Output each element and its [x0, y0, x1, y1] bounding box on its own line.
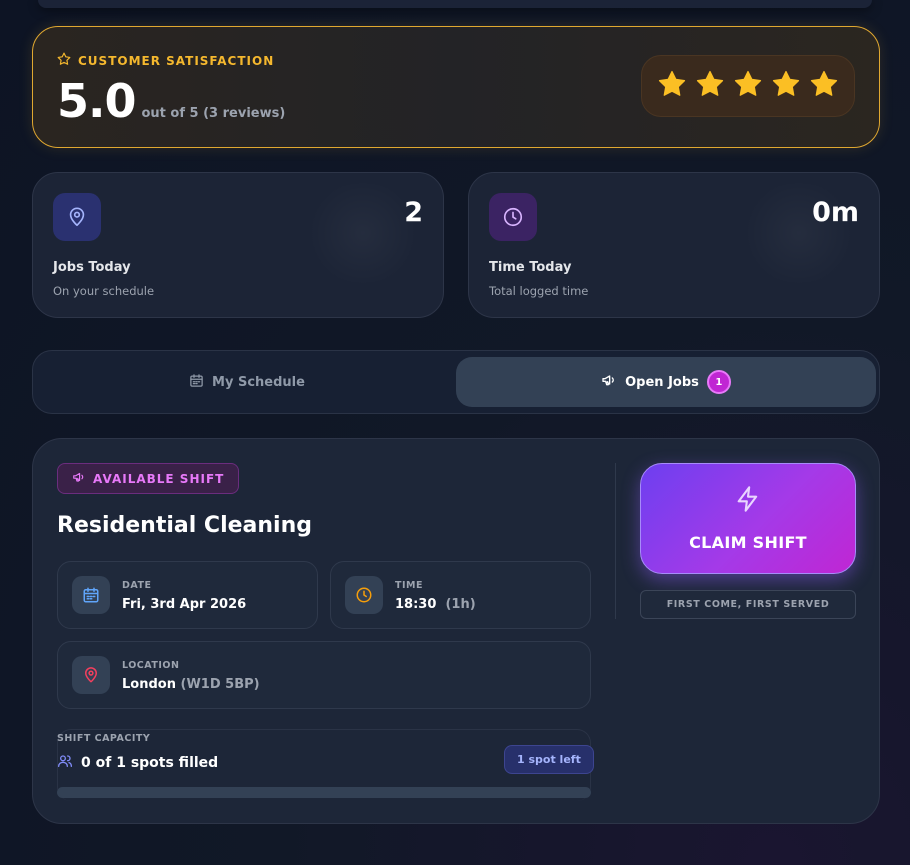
rating-subtext: out of 5 (3 reviews): [141, 106, 286, 121]
jobs-today-card: 2 Jobs Today On your schedule: [32, 172, 444, 318]
rating-score: 5.0: [57, 74, 136, 128]
spots-left-badge: 1 spot left: [504, 745, 594, 774]
job-title: Residential Cleaning: [57, 513, 312, 538]
tab-my-schedule-label: My Schedule: [212, 374, 305, 390]
claim-shift-label: CLAIM SHIFT: [689, 533, 807, 552]
capacity-text: 0 of 1 spots filled: [81, 755, 219, 771]
location-city: London: [122, 677, 176, 692]
location-info-box: LOCATION London (W1D 5BP): [57, 641, 591, 709]
clock-icon: [345, 576, 383, 614]
star-outline-icon: [57, 52, 71, 69]
customer-satisfaction-card: CUSTOMER SATISFACTION 5.0 out of 5 (3 re…: [32, 26, 880, 148]
claim-shift-button[interactable]: CLAIM SHIFT: [640, 463, 856, 574]
star-filled-icon: [657, 69, 687, 103]
time-value: 18:30: [395, 597, 437, 612]
users-icon: [57, 753, 73, 773]
star-rating: [641, 55, 855, 117]
previous-card-edge: [38, 0, 872, 8]
rating-value-row: 5.0 out of 5 (3 reviews): [57, 74, 285, 128]
time-today-subtitle: Total logged time: [489, 284, 589, 298]
time-today-title: Time Today: [489, 260, 572, 275]
clock-icon: [489, 193, 537, 241]
date-label: DATE: [122, 580, 152, 591]
first-come-first-served-note: FIRST COME, FIRST SERVED: [640, 590, 856, 619]
rating-label: CUSTOMER SATISFACTION: [78, 53, 275, 68]
location-label: LOCATION: [122, 660, 180, 671]
date-info-box: DATE Fri, 3rd Apr 2026: [57, 561, 318, 629]
calendar-icon: [189, 373, 204, 392]
jobs-today-subtitle: On your schedule: [53, 284, 155, 298]
open-jobs-count-badge: 1: [706, 370, 731, 394]
map-pin-icon: [53, 193, 101, 241]
tab-open-jobs[interactable]: Open Jobs 1: [456, 357, 876, 407]
available-shift-label: AVAILABLE SHIFT: [93, 471, 225, 486]
time-value-row: 18:30 (1h): [395, 597, 476, 612]
megaphone-icon: [72, 470, 86, 487]
capacity-row: 0 of 1 spots filled: [57, 753, 218, 773]
tab-my-schedule[interactable]: My Schedule: [37, 357, 457, 407]
time-today-card: 0m Time Today Total logged time: [468, 172, 880, 318]
star-filled-icon: [771, 69, 801, 103]
capacity-progress-bar: [57, 787, 591, 798]
calendar-icon: [72, 576, 110, 614]
map-pin-icon: [72, 656, 110, 694]
star-filled-icon: [733, 69, 763, 103]
date-value: Fri, 3rd Apr 2026: [122, 597, 247, 612]
capacity-label: SHIFT CAPACITY: [57, 733, 151, 744]
view-tabs: My Schedule Open Jobs 1: [32, 350, 880, 414]
megaphone-icon: [601, 372, 617, 392]
vertical-divider: [615, 463, 616, 619]
location-postcode: (W1D 5BP): [180, 677, 260, 692]
star-filled-icon: [809, 69, 839, 103]
star-filled-icon: [695, 69, 725, 103]
lightning-icon: [734, 485, 762, 517]
jobs-today-value: 2: [404, 197, 423, 228]
time-duration: (1h): [445, 597, 476, 612]
available-shift-badge: AVAILABLE SHIFT: [57, 463, 240, 494]
tab-open-jobs-label: Open Jobs: [625, 374, 699, 390]
location-value-row: London (W1D 5BP): [122, 677, 260, 692]
time-label: TIME: [395, 580, 423, 591]
time-today-value: 0m: [812, 197, 859, 228]
rating-header: CUSTOMER SATISFACTION: [57, 52, 274, 69]
open-job-card: AVAILABLE SHIFT Residential Cleaning DAT…: [32, 438, 880, 824]
jobs-today-title: Jobs Today: [53, 260, 131, 275]
time-info-box: TIME 18:30 (1h): [330, 561, 591, 629]
